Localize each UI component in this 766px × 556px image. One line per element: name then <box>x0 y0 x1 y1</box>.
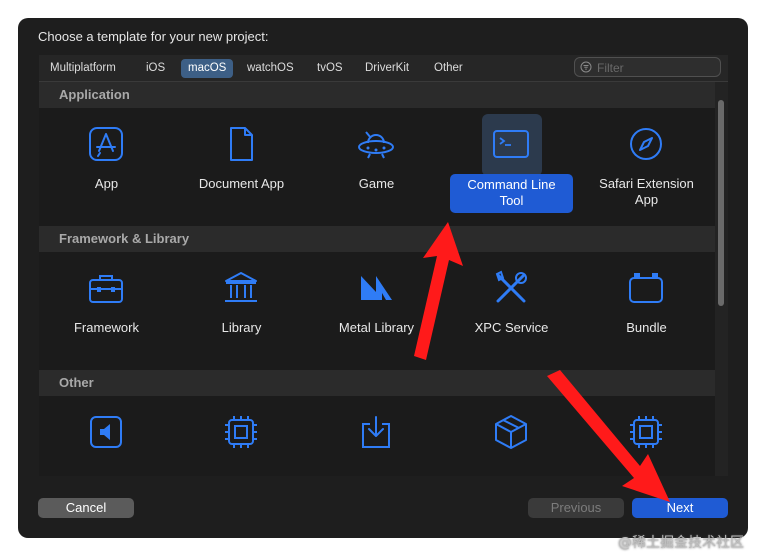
filter-field[interactable] <box>574 57 721 77</box>
template-metal-library[interactable]: Metal Library <box>309 252 444 370</box>
filter-input[interactable] <box>595 59 719 77</box>
template-document-app[interactable]: Document App <box>174 108 309 226</box>
template-row-framework-library: Framework Library Metal Library XPC Serv… <box>39 252 715 370</box>
template-label: App <box>94 176 119 191</box>
template-game[interactable]: Game <box>309 108 444 226</box>
tab-tvos[interactable]: tvOS <box>310 59 350 78</box>
section-header-application: Application <box>39 82 715 108</box>
chip-icon <box>221 412 261 452</box>
next-button[interactable]: Next <box>632 498 728 518</box>
tab-driverkit[interactable]: DriverKit <box>358 59 416 78</box>
template-label: Metal Library <box>338 320 415 335</box>
template-row-other <box>39 396 715 476</box>
template-framework[interactable]: Framework <box>39 252 174 370</box>
template-other-5[interactable] <box>579 396 714 476</box>
tab-multiplatform[interactable]: Multiplatform <box>43 59 123 78</box>
template-library[interactable]: Library <box>174 252 309 370</box>
tab-macos[interactable]: macOS <box>181 59 234 78</box>
download-tray-icon <box>356 412 396 452</box>
chip-icon <box>626 412 666 452</box>
cancel-button[interactable]: Cancel <box>38 498 134 518</box>
template-label: Command Line Tool <box>450 174 573 213</box>
tab-other[interactable]: Other <box>427 59 470 78</box>
dialog-title: Choose a template for your new project: <box>38 29 269 44</box>
compass-icon <box>626 124 666 164</box>
template-label: Library <box>221 320 262 335</box>
speaker-icon <box>86 412 126 452</box>
template-bundle[interactable]: Bundle <box>579 252 714 370</box>
template-other-2[interactable] <box>174 396 309 476</box>
template-label: Safari Extension App <box>599 176 694 207</box>
document-icon <box>221 124 261 164</box>
filter-icon <box>580 61 592 73</box>
new-project-dialog: Choose a template for your new project: … <box>18 18 748 538</box>
tab-watchos[interactable]: watchOS <box>240 59 301 78</box>
template-app[interactable]: App <box>39 108 174 226</box>
metal-icon <box>356 268 396 308</box>
template-label: Bundle <box>626 320 667 335</box>
previous-button[interactable]: Previous <box>528 498 624 518</box>
template-safari-extension-app[interactable]: Safari Extension App <box>579 108 714 226</box>
template-row-application: App Document App Game Command Line Tool … <box>39 108 715 226</box>
template-list[interactable]: Application App Document App Game Comman… <box>39 82 728 476</box>
template-label: Document App <box>198 176 285 191</box>
template-other-4[interactable] <box>444 396 579 476</box>
template-label: Framework <box>73 320 139 335</box>
scrollbar-thumb[interactable] <box>718 100 724 306</box>
package-icon <box>491 412 531 452</box>
watermark: @稀土掘金技术社区 <box>618 535 744 551</box>
terminal-icon <box>491 124 531 164</box>
game-ufo-icon <box>356 124 396 164</box>
section-header-other: Other <box>39 370 715 396</box>
section-header-framework-library: Framework & Library <box>39 226 715 252</box>
template-label: XPC Service <box>474 320 549 335</box>
template-command-line-tool[interactable]: Command Line Tool <box>444 108 579 226</box>
app-store-icon <box>86 124 126 164</box>
bundle-icon <box>626 268 666 308</box>
tab-ios[interactable]: iOS <box>139 59 172 78</box>
template-label: Game <box>358 176 395 191</box>
library-icon <box>221 268 261 308</box>
tools-icon <box>491 268 531 308</box>
template-other-1[interactable] <box>39 396 174 476</box>
template-xpc-service[interactable]: XPC Service <box>444 252 579 370</box>
template-other-3[interactable] <box>309 396 444 476</box>
toolbox-icon <box>86 268 126 308</box>
